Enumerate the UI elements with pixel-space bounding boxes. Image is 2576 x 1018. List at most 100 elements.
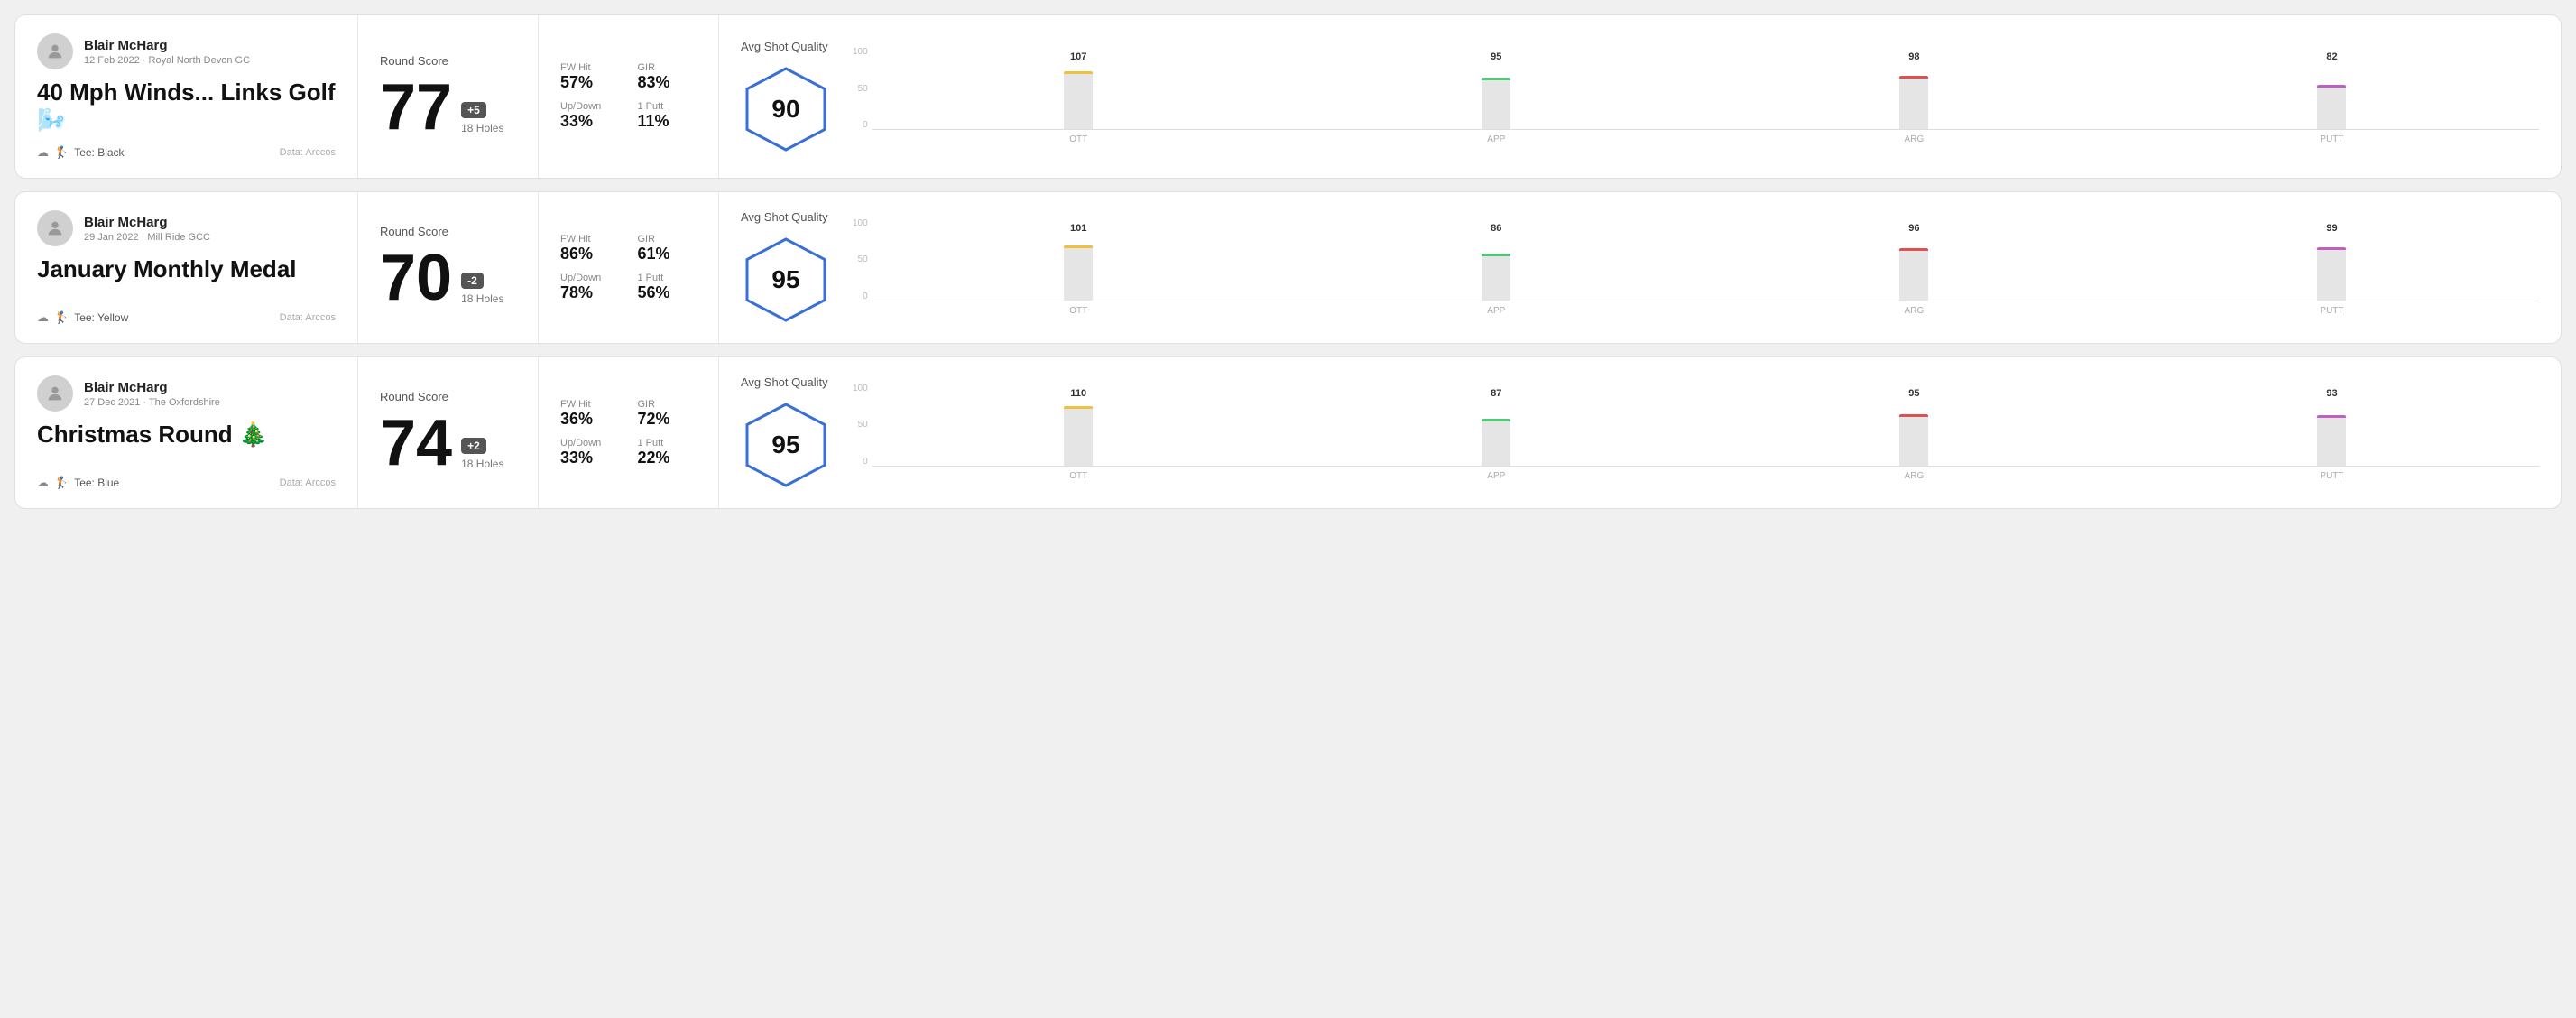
bars: 107 95 98 [872,47,2539,130]
bar-accent [2317,85,2346,88]
card-top: Blair McHarg 29 Jan 2022 · Mill Ride GCC… [37,210,336,294]
player-info: Blair McHarg 12 Feb 2022 · Royal North D… [84,38,250,66]
card-left-2: Blair McHarg 29 Jan 2022 · Mill Ride GCC… [15,192,358,343]
card-quality-1: Avg Shot Quality 90 100 50 0 107 [719,15,2561,178]
bar-col-app: 95 [1289,47,1703,129]
quality-label: Avg Shot Quality [741,210,828,224]
card-top: Blair McHarg 27 Dec 2021 · The Oxfordshi… [37,375,336,459]
card-stats-2: FW Hit 86% GIR 61% Up/Down 78% 1 Putt 56… [539,192,719,343]
card-footer: ☁ 🏌 Tee: Yellow Data: Arccos [37,310,336,325]
round-card-2: Blair McHarg 29 Jan 2022 · Mill Ride GCC… [14,191,2562,344]
stat-value-3: 11% [638,112,697,131]
score-label: Round Score [380,390,516,403]
bar-value-putt: 93 [2326,388,2337,399]
card-footer: ☁ 🏌 Tee: Blue Data: Arccos [37,476,336,490]
round-title: Christmas Round 🎄 [37,421,336,449]
stat-value-0: 57% [560,73,620,92]
score-label: Round Score [380,225,516,238]
score-badge-wrap: -2 18 Holes [461,273,503,310]
y-label-100: 100 [853,47,868,57]
bar-accent [1482,78,1510,80]
bar-rect-wrap [872,401,1286,466]
bar-value-ott: 110 [1070,388,1086,399]
bar-rect-wrap [1707,236,2121,301]
bar-value-app: 95 [1491,51,1501,62]
y-axis: 100 50 0 [853,218,868,318]
score-number: 70 [380,245,452,310]
bar-rect [1064,245,1093,301]
bar-accent [2317,415,2346,418]
bar-x-label: ARG [1707,301,2121,318]
hexagon-wrap: 95 [741,400,831,490]
bar-rect [2317,415,2346,466]
bar-rect-wrap [2125,401,2539,466]
bars-x-labels: OTT APP ARG PUTT [872,301,2539,318]
stat-label-0: FW Hit [560,234,620,245]
card-header: Blair McHarg 27 Dec 2021 · The Oxfordshi… [37,375,336,412]
stat-label-3: 1 Putt [638,273,697,283]
card-score-1: Round Score 77 +5 18 Holes [358,15,539,178]
bars: 101 86 96 [872,218,2539,301]
bar-x-label: PUTT [2125,130,2539,146]
person-icon [45,42,65,61]
bar-accent [2317,247,2346,250]
stat-value-2: 33% [560,112,620,131]
bar-value-app: 86 [1491,223,1501,234]
bar-rect [1899,248,1928,301]
stat-item-2: Up/Down 33% [560,438,620,467]
hexagon-wrap: 95 [741,235,831,325]
quality-label: Avg Shot Quality [741,375,828,389]
quality-left: Avg Shot Quality 95 [741,375,831,490]
score-row: 74 +2 18 Holes [380,411,516,476]
card-footer: ☁ 🏌 Tee: Black Data: Arccos [37,145,336,160]
player-name: Blair McHarg [84,38,250,53]
card-stats-3: FW Hit 36% GIR 72% Up/Down 33% 1 Putt 22… [539,357,719,508]
tee-info: ☁ 🏌 Tee: Blue [37,476,119,490]
weather-icon: ☁ [37,476,49,490]
bar-accent [1064,406,1093,409]
bar-col-putt: 93 [2125,384,2539,466]
stat-item-3: 1 Putt 56% [638,273,697,302]
bar-rect [1064,406,1093,466]
bar-col-ott: 101 [872,218,1286,301]
y-label-100: 100 [853,384,868,393]
bar-accent [1899,76,1928,79]
stat-label-1: GIR [638,62,697,73]
stat-value-3: 56% [638,283,697,302]
stats-grid: FW Hit 86% GIR 61% Up/Down 78% 1 Putt 56… [560,234,697,302]
stat-value-2: 78% [560,283,620,302]
score-badge-wrap: +2 18 Holes [461,438,503,476]
bar-chart: 100 50 0 110 87 [853,384,2539,483]
data-source: Data: Arccos [280,477,336,488]
player-date-course: 29 Jan 2022 · Mill Ride GCC [84,232,210,243]
stat-item-1: GIR 83% [638,62,697,92]
tee-label: Tee: Blue [74,477,119,489]
bar-value-arg: 96 [1908,223,1919,234]
stat-label-1: GIR [638,399,697,410]
tee-label: Tee: Black [74,146,124,159]
bar-rect [1064,71,1093,129]
tee-label: Tee: Yellow [74,311,128,324]
quality-left: Avg Shot Quality 90 [741,40,831,154]
stats-grid: FW Hit 57% GIR 83% Up/Down 33% 1 Putt 11… [560,62,697,131]
bar-value-ott: 101 [1070,223,1086,234]
bar-rect [2317,247,2346,301]
bars-area: 107 95 98 [872,47,2539,146]
card-left-1: Blair McHarg 12 Feb 2022 · Royal North D… [15,15,358,178]
bar-x-label: ARG [1707,130,2121,146]
score-row: 77 +5 18 Holes [380,75,516,140]
bar-rect-wrap [2125,64,2539,129]
player-name: Blair McHarg [84,380,220,395]
stat-item-2: Up/Down 33% [560,101,620,131]
bar-x-label: APP [1289,301,1703,318]
bar-col-app: 87 [1289,384,1703,466]
data-source: Data: Arccos [280,312,336,323]
person-icon [45,218,65,238]
stat-value-1: 72% [638,410,697,429]
round-title: January Monthly Medal [37,255,336,283]
stat-value-1: 61% [638,245,697,264]
bar-rect-wrap [872,64,1286,129]
bar-rect [1899,414,1928,466]
bar-x-label: OTT [872,130,1286,146]
player-name: Blair McHarg [84,215,210,230]
